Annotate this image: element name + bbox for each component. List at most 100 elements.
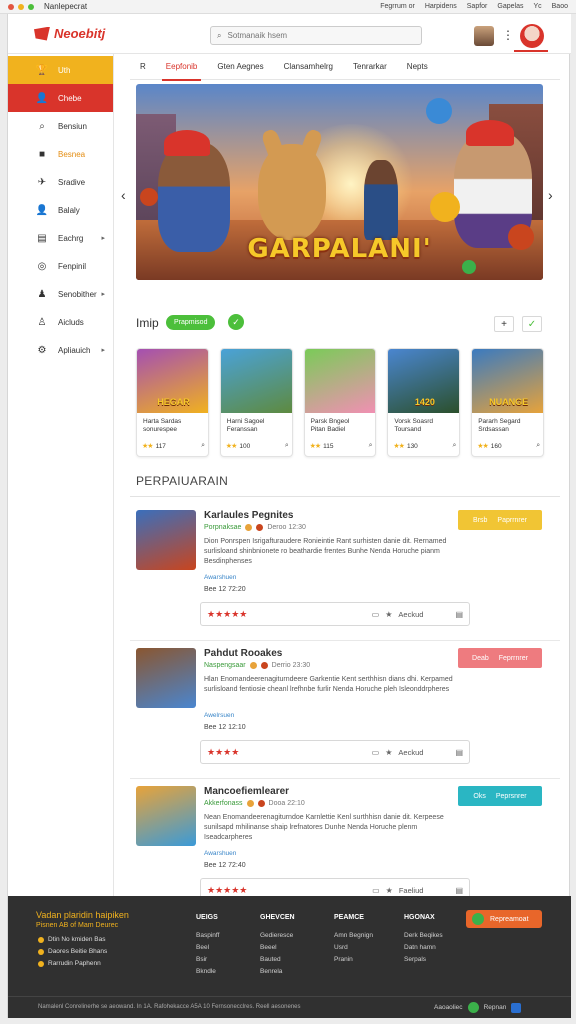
search-icon[interactable]: ⌕ — [452, 442, 456, 450]
sidebar-item-bensiun[interactable]: ⌕ Bensiun — [8, 112, 113, 140]
add-icon[interactable]: + — [494, 316, 514, 332]
footer-link[interactable]: Benrela — [260, 966, 295, 978]
game-card[interactable]: 1420 Vorsk Soasrd Toursand ★★ 130 ⌕ — [387, 348, 461, 457]
footer-right-label[interactable]: Aaoaoliec — [434, 1004, 463, 1011]
entry-action-label[interactable]: Aeckud — [398, 748, 423, 757]
star-rating-icon[interactable]: ★★★★★ — [207, 609, 247, 620]
game-icon[interactable] — [136, 786, 196, 846]
sidebar-item-besnea[interactable]: ■ Besnea — [8, 140, 113, 168]
tab-gten-aegnes[interactable]: Gten Aegnes — [207, 54, 273, 80]
sidebar-item-apliauich[interactable]: ⚙ Apliauich ▸ — [8, 336, 113, 364]
footer-right-label-2[interactable]: Repnan — [484, 1004, 507, 1011]
footer-link[interactable]: Bkndle — [196, 966, 219, 978]
star-icon[interactable]: ★ — [386, 886, 393, 895]
footer-link[interactable]: Usrd — [334, 942, 373, 954]
footer-link[interactable]: Serpals — [404, 954, 443, 966]
maximize-dot-icon[interactable] — [28, 3, 34, 10]
os-menu-item[interactable]: Gapelas — [497, 3, 523, 10]
entry-action-label[interactable]: Aeckud — [398, 610, 423, 619]
game-icon[interactable] — [136, 510, 196, 570]
tab-r[interactable]: R — [130, 54, 156, 80]
search-box[interactable]: ⌕ — [210, 26, 422, 45]
sidebar-item-sradive[interactable]: ✈ Sradive — [8, 168, 113, 196]
more-options-icon[interactable]: ⋮ — [502, 28, 514, 42]
entry-link[interactable]: Awarshuen — [204, 850, 236, 857]
carousel-next-arrow-icon[interactable]: › — [548, 187, 553, 203]
sidebar-item-chebe[interactable]: 👤 Chebe — [8, 84, 113, 112]
comment-icon[interactable]: ▭ — [372, 610, 380, 619]
search-icon[interactable]: ⌕ — [285, 442, 289, 450]
search-icon[interactable]: ⌕ — [201, 442, 205, 450]
featured-check-icon[interactable]: ✓ — [228, 314, 244, 330]
footer-link[interactable]: Bsir — [196, 954, 219, 966]
game-card[interactable]: NUANGE Pararh Segard Srdsassan ★★ 160 ⌕ — [471, 348, 544, 457]
comment-icon[interactable]: ▭ — [372, 748, 380, 757]
footer-bullet[interactable]: Rarrudin Paphenn — [38, 958, 107, 970]
sidebar-item-uth[interactable]: 🏆 Uth — [8, 56, 113, 84]
entry-link[interactable]: Awarshuen — [204, 574, 236, 581]
featured-pill-button[interactable]: Prapmisod — [166, 315, 216, 330]
os-menu-item[interactable]: Yc — [533, 3, 541, 10]
entry-tag-button[interactable]: Oks Peprsnrer — [458, 786, 542, 806]
footer-link[interactable]: Gedieresce — [260, 930, 295, 942]
footer-bullet[interactable]: Dtin No kmiden Bas — [38, 934, 107, 946]
star-icon[interactable]: ★ — [385, 748, 392, 757]
footer-link[interactable]: Datn hamn — [404, 942, 443, 954]
sidebar-item-balaly[interactable]: 👤 Balaly — [8, 196, 113, 224]
avatar[interactable] — [474, 26, 494, 46]
profile-icon[interactable] — [520, 24, 544, 48]
window-controls[interactable] — [8, 3, 34, 10]
minimize-dot-icon[interactable] — [18, 3, 24, 10]
tab-tenrarkar[interactable]: Tenrarkar — [343, 54, 397, 80]
footer-link[interactable]: Beel — [196, 942, 219, 954]
search-icon[interactable]: ⌕ — [369, 442, 373, 450]
star-rating-icon[interactable]: ★★★★ — [207, 747, 239, 758]
close-dot-icon[interactable] — [8, 3, 14, 10]
document-icon[interactable]: ▤ — [455, 748, 463, 757]
footer-cta-button[interactable]: Repreamoat — [466, 910, 542, 928]
entry-tag-button[interactable]: Brsb Paprrnrer — [458, 510, 542, 530]
tab-eepfonib[interactable]: Eepfonib — [156, 54, 208, 81]
entry-title[interactable]: Karlaules Pegnites — [204, 510, 293, 521]
entry-title[interactable]: Pahdut Rooakes — [204, 648, 282, 659]
game-card[interactable]: Harni Sagoel Feranssan ★★ 100 ⌕ — [219, 348, 293, 457]
search-input[interactable] — [227, 31, 408, 40]
os-menu-item[interactable]: Baoo — [552, 3, 568, 10]
list-item[interactable]: Karlaules Pegnites Porpnaksae Deroo 12:30 D… — [136, 510, 546, 638]
list-item[interactable]: Mancoefiemlearer Akkerfonass Dooa 22:10 Nea… — [136, 786, 546, 914]
os-menu-item[interactable]: Sapfor — [467, 3, 488, 10]
footer-link[interactable]: Baspinff — [196, 930, 219, 942]
footer-link[interactable]: Bauted — [260, 954, 295, 966]
entry-action-label[interactable]: Faeliud — [399, 886, 424, 895]
os-menu-item[interactable]: Fegrrum or — [380, 3, 415, 10]
entry-link[interactable]: Awelrsuen — [204, 712, 234, 719]
footer-bullet[interactable]: Daores Beitie Bhans — [38, 946, 107, 958]
footer-link[interactable]: Pranin — [334, 954, 373, 966]
sidebar-item-senobither[interactable]: ♟ Senobither ▸ — [8, 280, 113, 308]
os-menu-item[interactable]: Harpidens — [425, 3, 457, 10]
check-icon[interactable]: ✓ — [522, 316, 542, 332]
search-icon[interactable]: ⌕ — [536, 442, 540, 450]
game-icon[interactable] — [136, 648, 196, 708]
tab-clansamhelrg[interactable]: Clansamhelrg — [274, 54, 343, 80]
logo[interactable]: Neoebitj — [34, 26, 105, 41]
carousel-prev-arrow-icon[interactable]: ‹ — [121, 187, 126, 203]
entry-title[interactable]: Mancoefiemlearer — [204, 786, 289, 797]
hero-banner[interactable]: GARPALANI' — [136, 84, 543, 280]
document-icon[interactable]: ▤ — [455, 610, 463, 619]
game-card[interactable]: Parsk Bngeol Pitan Badiel ★★ 115 ⌕ — [303, 348, 377, 457]
footer-link[interactable]: Beeel — [260, 942, 295, 954]
document-icon[interactable]: ▤ — [455, 886, 463, 895]
tab-nepts[interactable]: Nepts — [397, 54, 438, 80]
footer-link[interactable]: Derk Beqikes — [404, 930, 443, 942]
star-icon[interactable]: ★ — [385, 610, 392, 619]
list-item[interactable]: Pahdut Rooakes Naspengsaar Derrio 23:30 Hla… — [136, 648, 546, 776]
sidebar-item-aicluds[interactable]: ♙ Aicluds — [8, 308, 113, 336]
sidebar-item-fenpinil[interactable]: ◎ Fenpinil — [8, 252, 113, 280]
entry-tag-button[interactable]: Deab Feprrnrer — [458, 648, 542, 668]
comment-icon[interactable]: ▭ — [372, 886, 380, 895]
star-rating-icon[interactable]: ★★★★★ — [207, 885, 247, 896]
game-card[interactable]: HEGAR Harta Sardas sonurespee ★★ 117 ⌕ — [136, 348, 209, 457]
footer-link[interactable]: Amn Begnign — [334, 930, 373, 942]
sidebar-item-eachrg[interactable]: ▤ Eachrg ▸ — [8, 224, 113, 252]
